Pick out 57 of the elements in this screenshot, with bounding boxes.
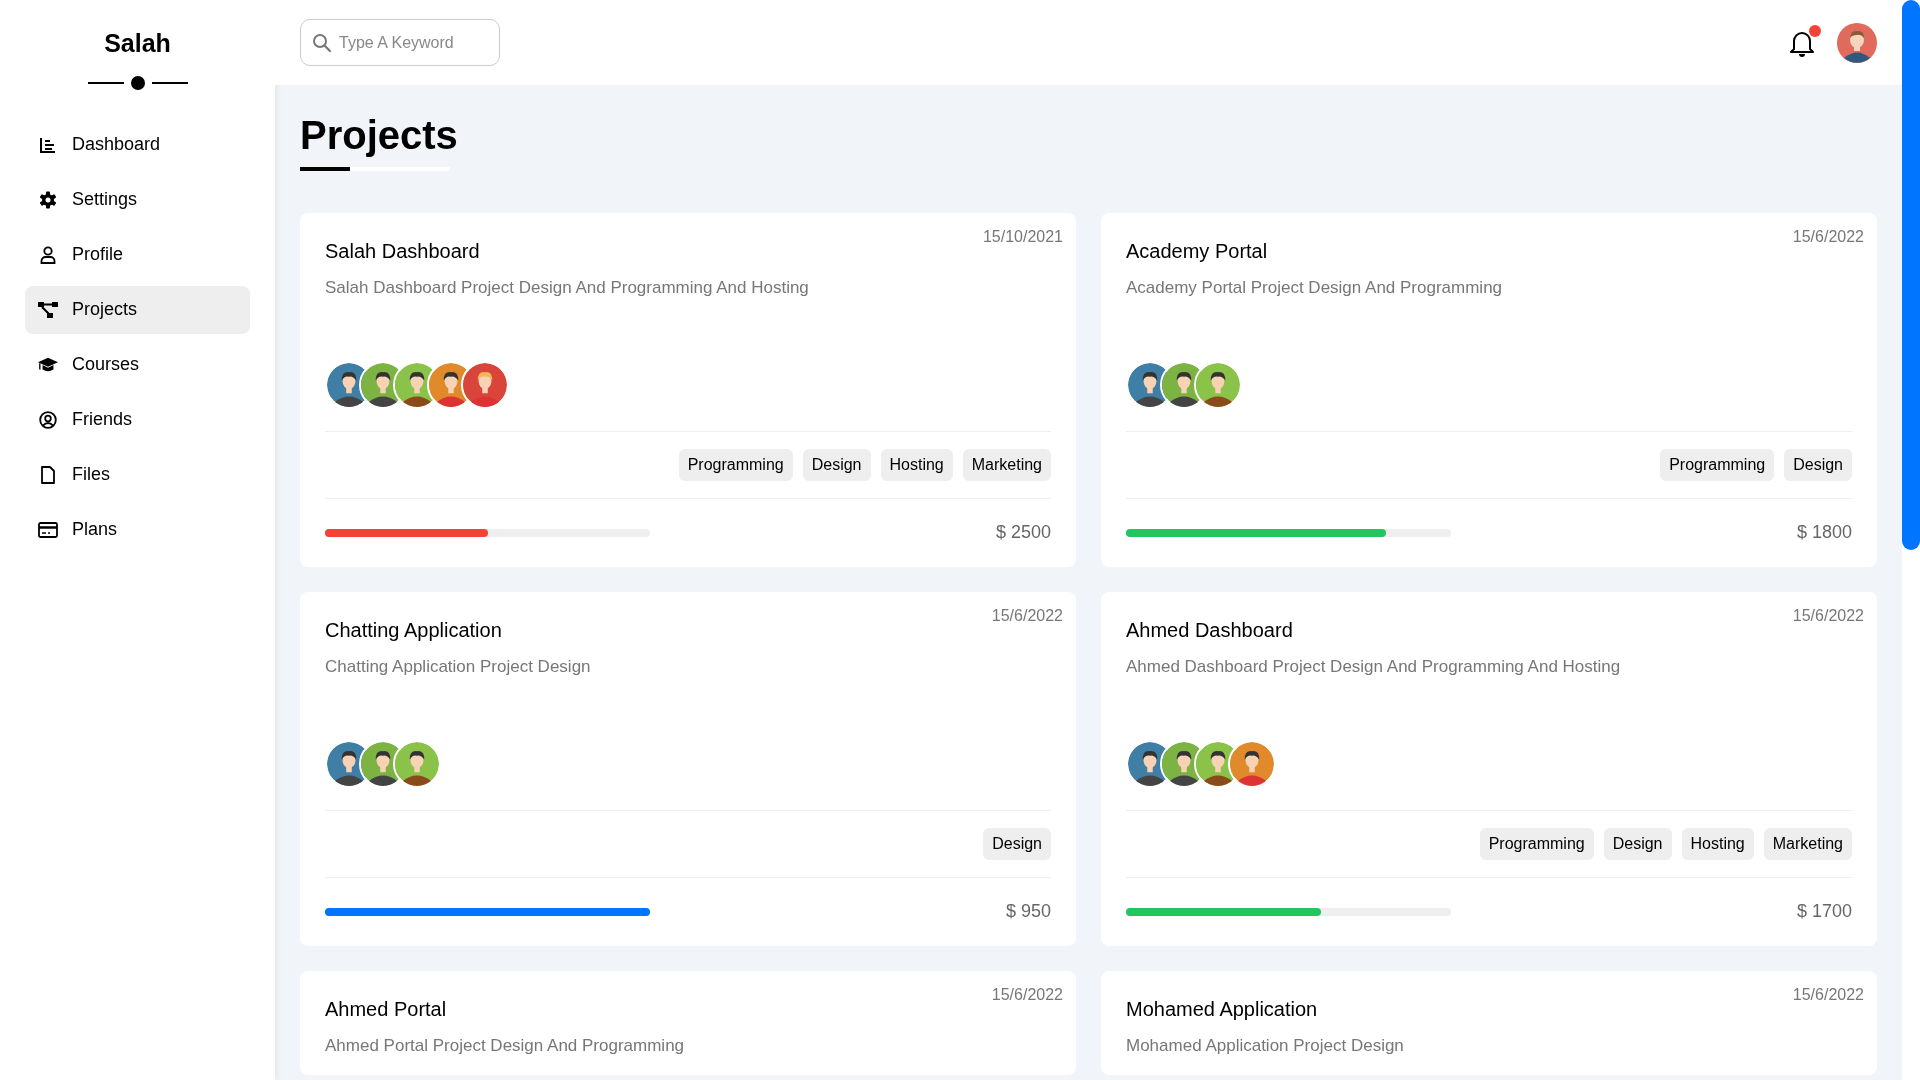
project-date: 15/6/2022 — [1792, 606, 1864, 626]
sidebar-item[interactable]: Dashboard — [25, 120, 250, 169]
tag: Marketing — [1763, 828, 1852, 860]
project-description: Ahmed Portal Project Design And Programming — [325, 1035, 686, 1057]
project-title: Salah Dashboard — [325, 239, 481, 264]
project-description: Mohamed Application Project Design — [1126, 1035, 1405, 1057]
project-title: Academy Portal — [1126, 239, 1269, 264]
page-title: Projects — [300, 113, 458, 157]
project-date: 15/6/2022 — [991, 985, 1063, 1005]
sidebar-item[interactable]: Projects — [25, 285, 250, 334]
logo-divider-icon — [87, 74, 188, 91]
chart-icon — [39, 135, 57, 154]
tag: Hosting — [1681, 828, 1754, 860]
tag: Design — [1603, 828, 1672, 860]
project-title: Ahmed Dashboard — [1126, 618, 1294, 643]
project-date: 15/6/2022 — [1792, 227, 1864, 247]
project-title: Chatting Application — [325, 618, 503, 643]
graduation-cap-icon — [38, 355, 58, 374]
project-description: Chatting Application Project Design — [325, 656, 592, 678]
user-icon — [39, 245, 57, 264]
file-icon — [40, 465, 56, 484]
project-price: $ 1700 — [1796, 900, 1852, 923]
sidebar-item[interactable]: Courses — [25, 340, 250, 389]
sidebar-item[interactable]: Settings — [25, 175, 250, 224]
sidebar-item[interactable]: Friends — [25, 395, 250, 444]
credit-card-icon — [38, 521, 58, 538]
project-description: Ahmed Dashboard Project Design And Programming And Hosting — [1126, 656, 1622, 678]
search-icon — [312, 33, 332, 53]
project-description: Academy Portal Project Design And Programming — [1126, 277, 1504, 299]
project-date: 15/6/2022 — [991, 606, 1063, 626]
tag: Design — [983, 828, 1051, 860]
project-description: Salah Dashboard Project Design And Programming And Hosting — [325, 277, 810, 299]
sidebar-item[interactable]: Profile — [25, 230, 250, 279]
diagram-icon — [38, 300, 58, 319]
tag: Programming — [678, 449, 793, 481]
project-title: Ahmed Portal — [325, 997, 448, 1022]
logo: Salah — [104, 28, 171, 59]
settings-icon — [39, 190, 57, 209]
project-date: 15/10/2021 — [982, 227, 1063, 247]
project-price: $ 1800 — [1796, 521, 1852, 544]
sidebar-item[interactable]: Plans — [25, 505, 250, 554]
scrollbar-thumb[interactable] — [1902, 0, 1920, 550]
title-underline — [300, 167, 350, 171]
tag: Hosting — [880, 449, 953, 481]
tag: Marketing — [962, 449, 1051, 481]
project-title: Mohamed Application — [1126, 997, 1319, 1022]
search-field[interactable]: Type A Keyword — [300, 19, 500, 66]
project-date: 15/6/2022 — [1792, 985, 1864, 1005]
tag: Programming — [1660, 449, 1775, 481]
project-price: $ 950 — [1005, 900, 1051, 923]
project-price: $ 2500 — [995, 521, 1051, 544]
tag: Design — [1784, 449, 1852, 481]
tag: Design — [802, 449, 871, 481]
sidebar-item[interactable]: Files — [25, 450, 250, 499]
tag: Programming — [1479, 828, 1594, 860]
user-circle-icon — [39, 410, 57, 429]
user-avatar[interactable] — [1837, 22, 1877, 63]
